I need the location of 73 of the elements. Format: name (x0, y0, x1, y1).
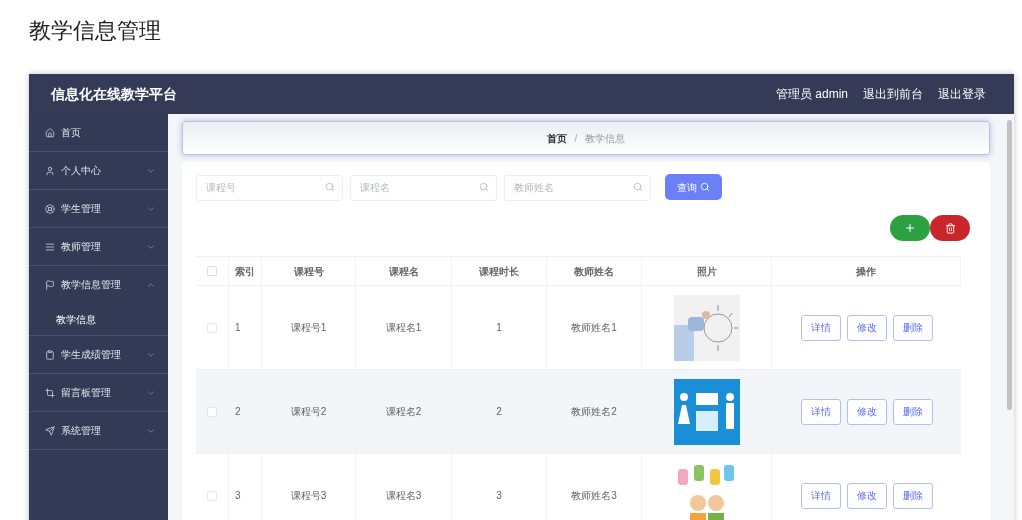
app-title: 信息化在线教学平台 (51, 84, 177, 104)
header-link[interactable]: 退出到前台 (863, 85, 923, 103)
action-button[interactable]: 修改 (846, 482, 887, 509)
table-cell-text: 2 (235, 405, 241, 419)
action-button[interactable]: 删除 (892, 314, 933, 341)
search-icon (633, 182, 643, 192)
home-icon (45, 127, 55, 138)
header-link[interactable]: 管理员 admin (775, 85, 848, 103)
add-button[interactable] (890, 215, 930, 241)
ring-icon (45, 203, 55, 214)
sidebar-item[interactable]: 教学信息管理 (29, 266, 168, 303)
page-title: 教学信息管理 (29, 17, 161, 45)
action-button[interactable]: 修改 (846, 314, 887, 341)
sidebar-item[interactable]: 首页 (29, 114, 168, 151)
separator: / (574, 131, 578, 146)
table-cell-text: 课程号3 (290, 489, 327, 503)
table-cell-text: 3 (235, 489, 241, 503)
table-cell-text: 教师姓名1 (571, 321, 617, 335)
table-cell-text: 1 (235, 321, 241, 335)
column-header: 课程名 (356, 257, 452, 285)
action-button[interactable]: 详情 (800, 398, 841, 425)
checkbox[interactable] (207, 490, 217, 501)
clipboard-icon (45, 349, 55, 360)
list-icon (45, 241, 55, 252)
search-icon (479, 182, 489, 192)
table-cell-text: 课程名2 (385, 405, 422, 419)
breadcrumb-link[interactable]: 首页 (546, 130, 567, 146)
action-button[interactable]: 删除 (892, 398, 933, 425)
sidebar-item[interactable]: 系统管理 (29, 412, 168, 449)
table-cell-text: 课程名3 (385, 489, 422, 503)
flag-icon (45, 279, 55, 290)
sidebar-subitem[interactable]: 教学信息 (29, 303, 168, 335)
checkbox[interactable] (207, 406, 217, 417)
action-button[interactable]: 详情 (800, 482, 841, 509)
sidebar-item[interactable]: 学生成绩管理 (29, 336, 168, 373)
search-icon (325, 182, 335, 192)
trash-icon (944, 222, 956, 234)
plus-icon (904, 222, 916, 234)
action-button[interactable]: 删除 (892, 482, 933, 509)
sidebar-item[interactable]: 留言板管理 (29, 374, 168, 411)
action-button[interactable]: 修改 (846, 398, 887, 425)
table-cell-text: 课程号2 (290, 405, 327, 419)
table-cell-text: 课程名1 (385, 321, 422, 335)
search-field[interactable]: 课程名 (350, 174, 497, 201)
sidebar-item[interactable]: 教师管理 (29, 228, 168, 265)
search-field[interactable]: 教师姓名 (504, 174, 651, 201)
send-icon (45, 425, 55, 436)
table-cell-text: 教师姓名2 (571, 405, 617, 419)
column-header: 操作 (772, 257, 961, 285)
column-header: 课程号 (262, 257, 356, 285)
column-header: 照片 (642, 257, 772, 285)
person-icon (45, 165, 55, 176)
query-button[interactable]: 查询 (665, 174, 722, 200)
checkbox[interactable] (207, 266, 217, 276)
header-link[interactable]: 退出登录 (938, 85, 986, 103)
checkbox[interactable] (207, 322, 217, 333)
table-cell-text: 2 (496, 405, 502, 419)
table-row[interactable]: 2 课程号2 课程名2 2 教师姓名2 详情 修改 删除 (196, 370, 961, 454)
sidebar-item[interactable]: 个人中心 (29, 152, 168, 189)
table-row[interactable]: 1 课程号1 课程名1 1 教师姓名1 详情 修改 删除 (196, 286, 961, 370)
search-icon (700, 182, 710, 192)
table-cell-text: 1 (496, 321, 502, 335)
table-cell-text: 教师姓名3 (571, 489, 617, 503)
delete-button[interactable] (930, 215, 970, 241)
sidebar-item[interactable]: 学生管理 (29, 190, 168, 227)
table-cell-text: 3 (496, 489, 502, 503)
action-button[interactable]: 详情 (800, 314, 841, 341)
column-header: 课程时长 (452, 257, 547, 285)
table-cell-text: 课程号1 (290, 321, 327, 335)
column-header: 教师姓名 (547, 257, 642, 285)
column-header: 索引 (229, 257, 262, 285)
crop-icon (45, 387, 55, 398)
search-field[interactable]: 课程号 (196, 174, 343, 201)
